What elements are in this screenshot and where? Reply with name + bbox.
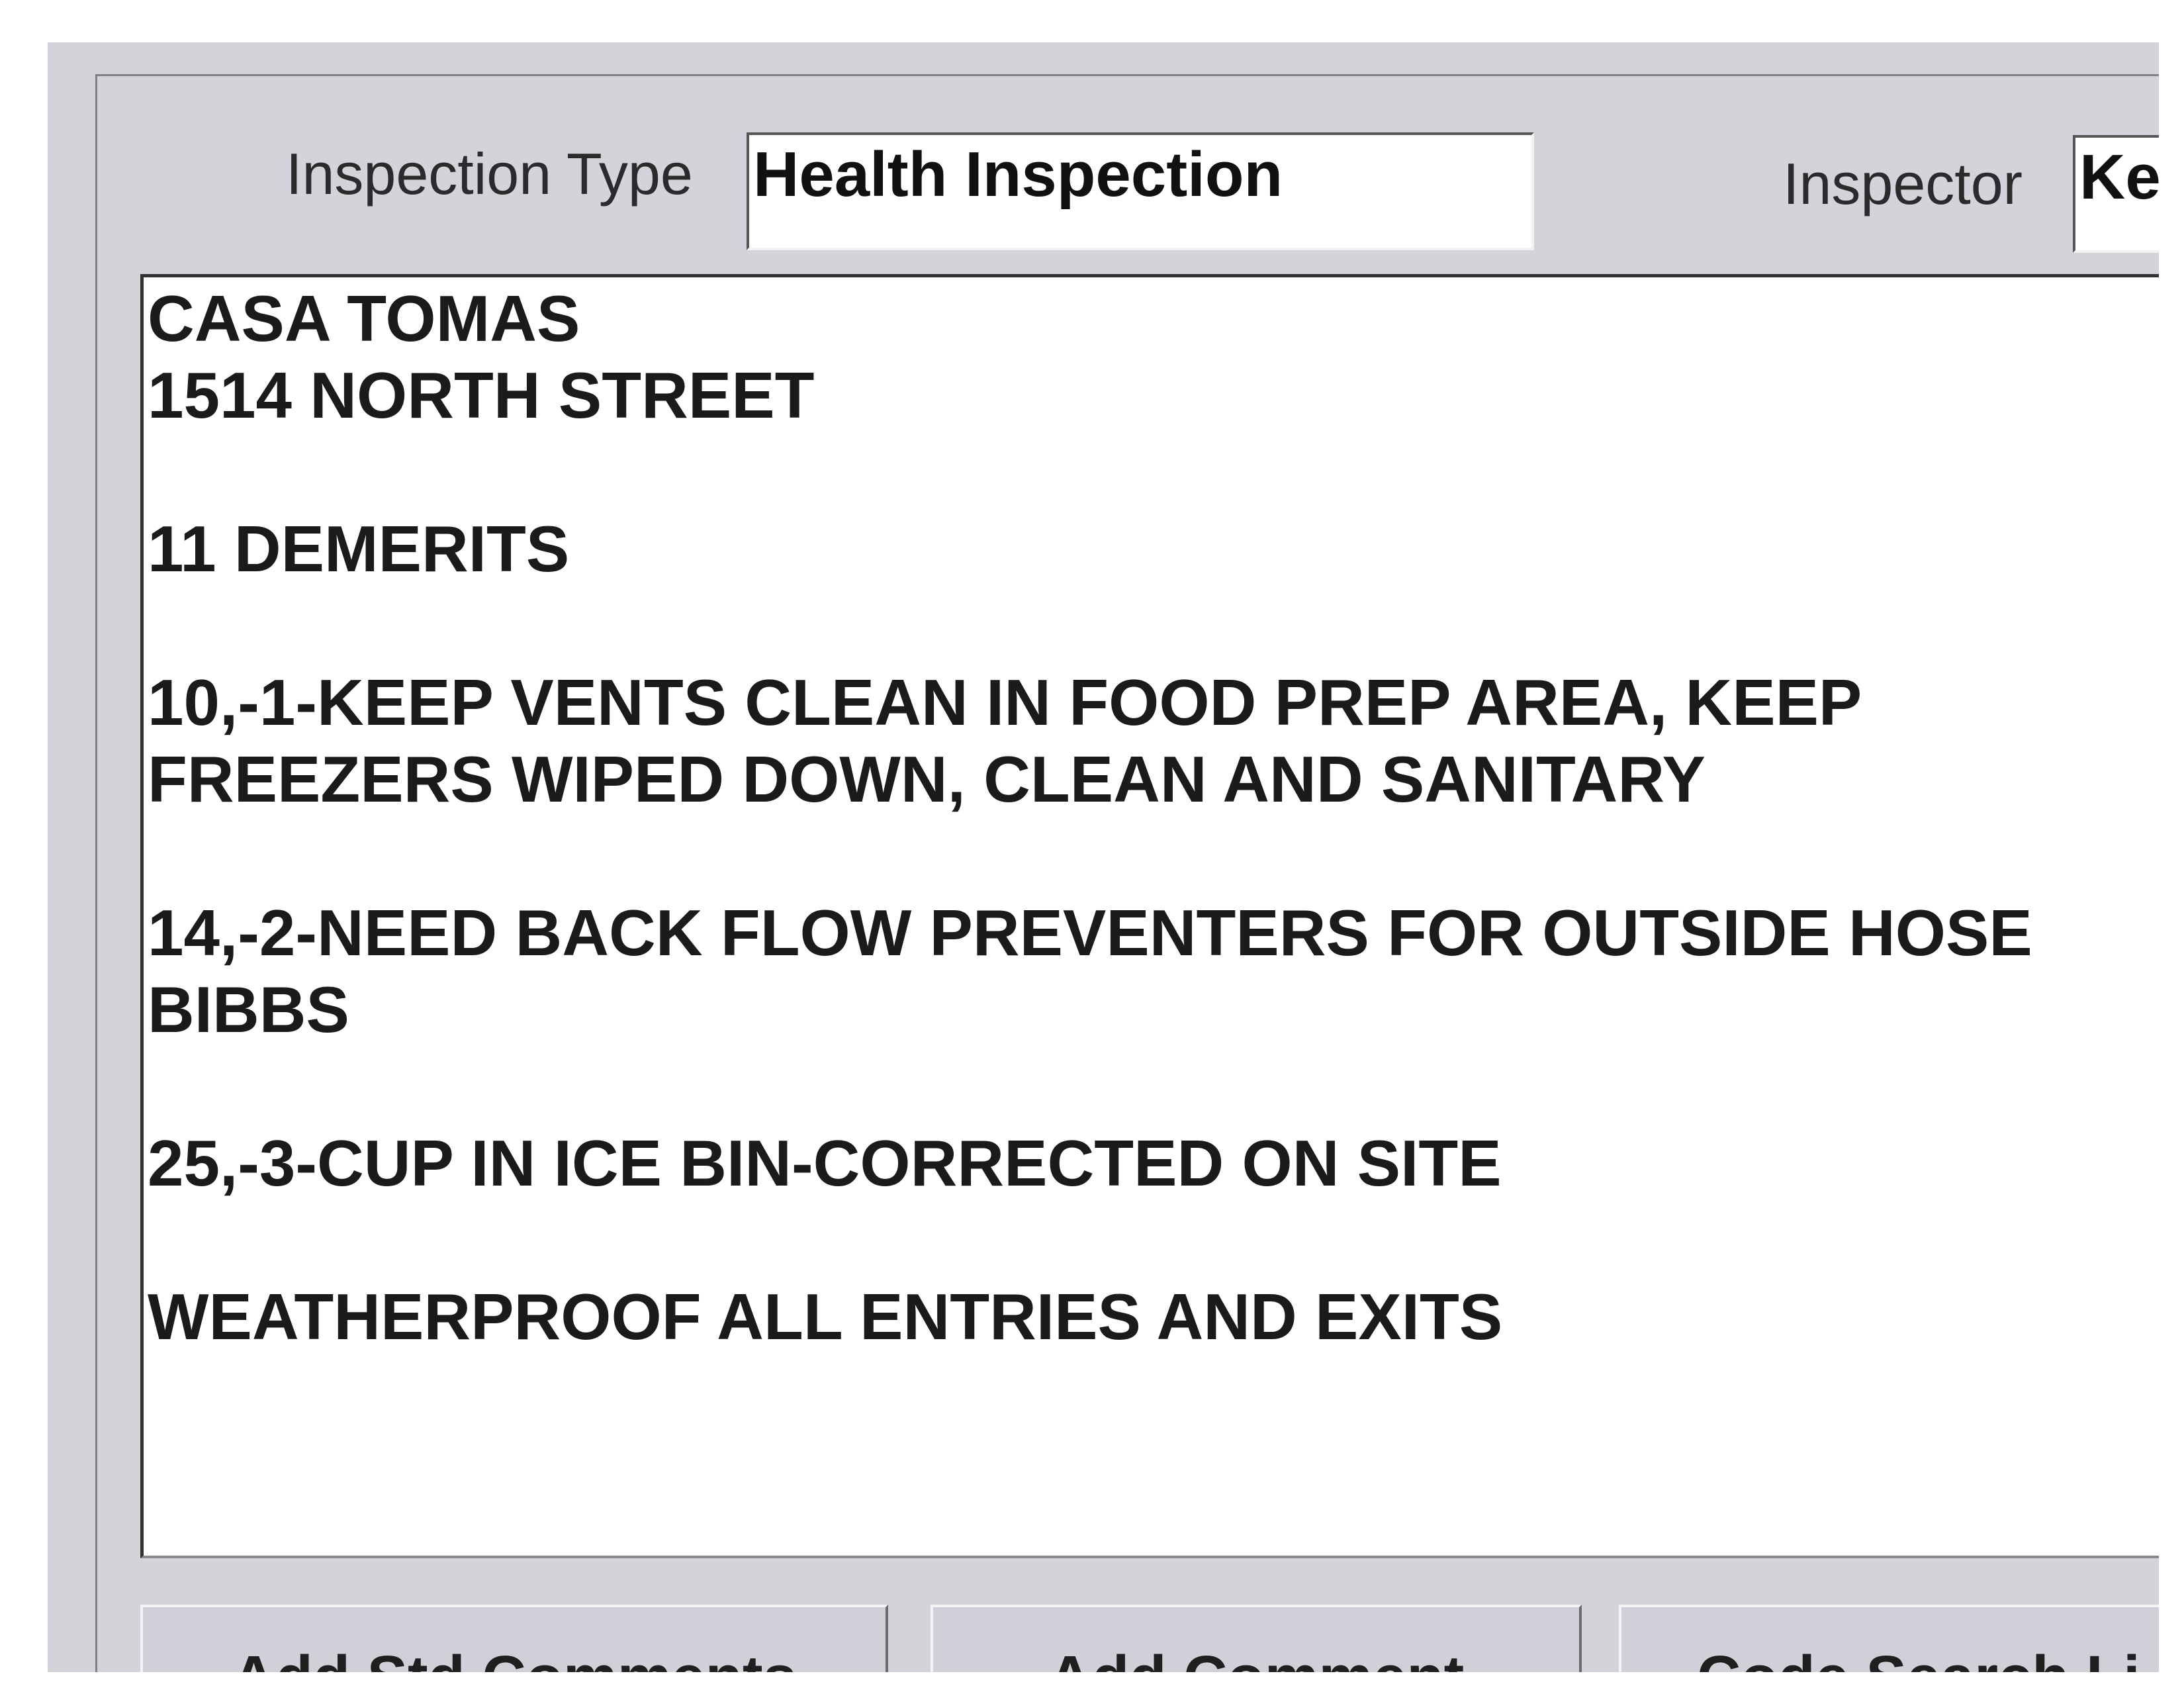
comment-line: 25,-3-CUP IN ICE BIN-CORRECTED ON SITE: [148, 1127, 1502, 1199]
comment-line: 14,-2-NEED BACK FLOW PREVENTERS FOR OUTS…: [148, 896, 2032, 969]
inspector-field[interactable]: Ke: [2073, 135, 2159, 253]
frame-border-top: [95, 74, 2159, 76]
comments-textarea[interactable]: CASA TOMAS 1514 NORTH STREET 11 DEMERITS 10…: [140, 274, 2159, 1558]
inspection-window: Inspection Type Health Inspection Inspec…: [48, 42, 2159, 1672]
comment-line: FREEZERS WIPED DOWN, CLEAN AND SANITARY: [148, 743, 1706, 816]
comment-line: [148, 1048, 2159, 1125]
add-comment-button[interactable]: Add Comment: [931, 1605, 1582, 1672]
inspection-type-field[interactable]: Health Inspection: [747, 132, 1534, 250]
comment-line: [148, 818, 2159, 894]
comment-line: CASA TOMAS: [148, 282, 580, 355]
comment-line: BIBBS: [148, 973, 349, 1046]
code-search-button[interactable]: Code Search Li: [1619, 1605, 2159, 1672]
add-comment-label: Add Comment: [1048, 1643, 1465, 1673]
comment-line: WEATHERPROOF ALL ENTRIES AND EXITS: [148, 1280, 1503, 1353]
inspection-type-label: Inspection Type: [286, 141, 693, 207]
comment-line: [148, 587, 2159, 664]
comment-line: 1514 NORTH STREET: [148, 359, 815, 432]
comment-line: 10,-1-KEEP VENTS CLEAN IN FOOD PREP AREA…: [148, 666, 1862, 739]
frame-border-left: [95, 74, 97, 1672]
comment-line: 11 DEMERITS: [148, 512, 570, 585]
comment-line: [148, 1201, 2159, 1278]
add-std-comments-button[interactable]: Add Std Comments: [140, 1605, 888, 1672]
comment-line: [148, 434, 2159, 510]
add-std-comments-label: Add Std Comments: [232, 1643, 797, 1673]
code-search-label: Code Search Li: [1697, 1643, 2140, 1673]
inspector-label: Inspector: [1783, 151, 2023, 216]
